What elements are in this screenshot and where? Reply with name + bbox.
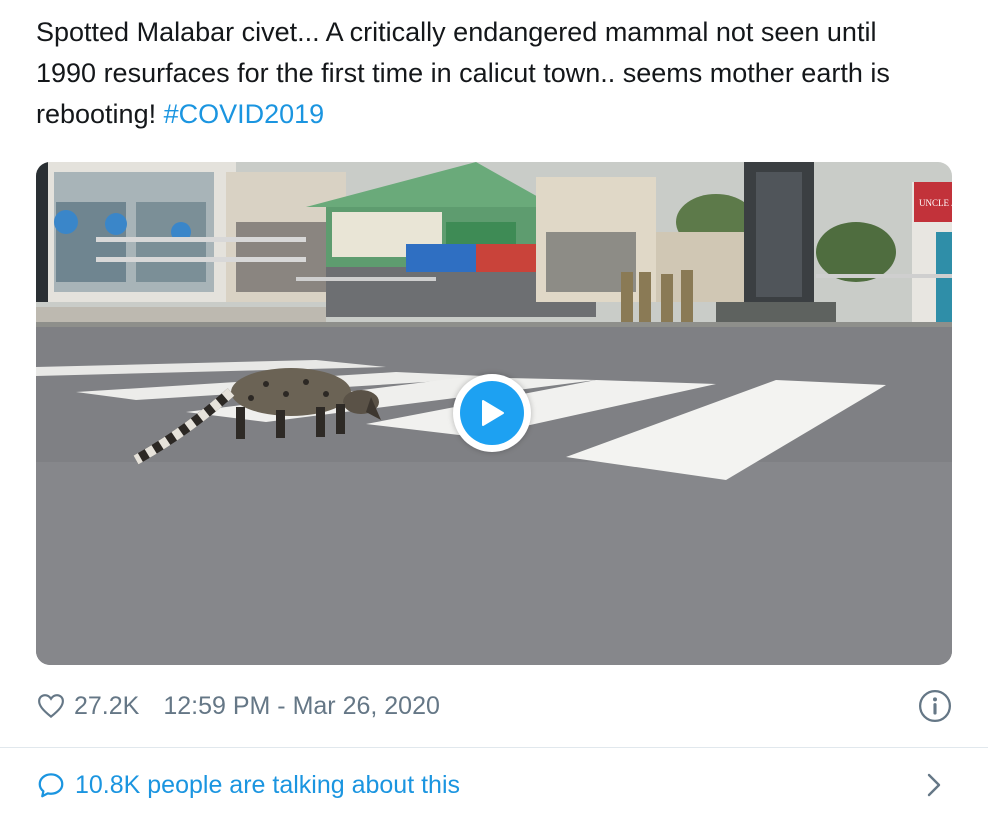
video-player[interactable]: UNCLE JOHN (36, 162, 952, 665)
speech-bubble-icon (38, 773, 64, 798)
conversation-link[interactable]: 10.8K people are talking about this (36, 764, 952, 806)
play-icon-circle (460, 381, 524, 445)
conversation-label: 10.8K people are talking about this (75, 770, 460, 799)
play-button[interactable] (453, 374, 531, 452)
shop-sign-text: UNCLE JOHN (919, 198, 952, 208)
chevron-right-icon[interactable] (922, 771, 946, 799)
info-icon[interactable] (918, 689, 952, 723)
tweet-meta: 27.2K 12:59 PM - Mar 26, 2020 (36, 686, 952, 726)
divider (0, 747, 988, 748)
heart-icon (38, 694, 64, 718)
play-icon (482, 400, 504, 426)
tweet-timestamp[interactable]: 12:59 PM - Mar 26, 2020 (163, 692, 440, 721)
tweet-text: Spotted Malabar civet... A critically en… (36, 12, 936, 135)
like-button[interactable]: 27.2K (36, 691, 139, 721)
like-count: 27.2K (74, 691, 140, 720)
hashtag-link[interactable]: #COVID2019 (164, 99, 325, 129)
